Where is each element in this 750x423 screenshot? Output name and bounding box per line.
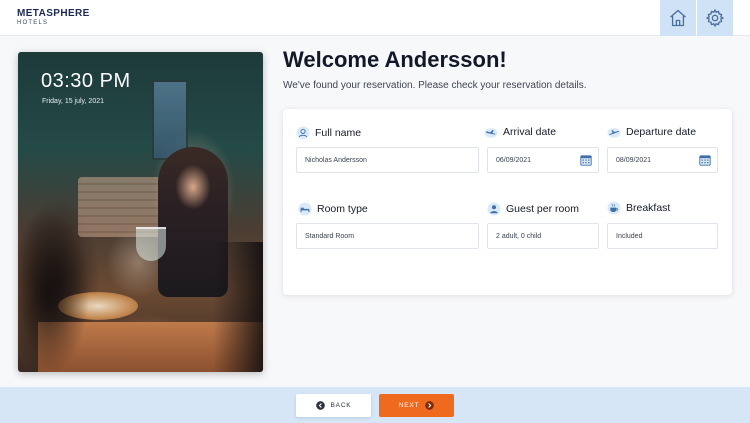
- room-type-label: Room type: [298, 202, 368, 216]
- plane-departure-icon: [607, 128, 621, 138]
- clock-date: Friday, 15 july, 2021: [42, 98, 104, 105]
- clock-time: 03:30 PM: [41, 70, 131, 92]
- gear-icon: [705, 8, 725, 28]
- user-icon: [296, 126, 310, 140]
- breakfast-field[interactable]: Included: [607, 223, 718, 249]
- reservation-card: Full name Nicholas Andersson Arrival dat…: [283, 109, 732, 295]
- guests-field[interactable]: 2 adult, 0 child: [487, 223, 599, 249]
- settings-button[interactable]: [697, 0, 733, 36]
- back-button[interactable]: BACK: [296, 394, 371, 417]
- bed-icon: [298, 202, 312, 216]
- brand-logo: METASPHERE HOTELS: [17, 8, 90, 28]
- arrival-date-label: Arrival date: [484, 125, 556, 139]
- calendar-icon[interactable]: [580, 154, 592, 166]
- page-title: Welcome Andersson!: [283, 47, 507, 72]
- home-button[interactable]: [660, 0, 696, 36]
- guests-icon: [487, 202, 501, 216]
- page-subtitle: We've found your reservation. Please che…: [283, 80, 587, 91]
- footer-bar: [0, 387, 750, 423]
- brand-name: METASPHERE: [17, 8, 90, 19]
- departure-date-field[interactable]: 08/09/2021: [607, 147, 718, 173]
- next-button[interactable]: NEXT: [379, 394, 454, 417]
- full-name-label: Full name: [296, 126, 361, 140]
- calendar-icon[interactable]: [699, 154, 711, 166]
- breakfast-label: Breakfast: [607, 201, 670, 215]
- breakfast-icon: [607, 201, 621, 215]
- full-name-field[interactable]: Nicholas Andersson: [296, 147, 479, 173]
- home-icon: [670, 9, 686, 27]
- restaurant-photo: 03:30 PM Friday, 15 july, 2021: [18, 52, 263, 372]
- top-bar: METASPHERE HOTELS: [0, 0, 750, 36]
- back-arrow-icon: [315, 401, 325, 410]
- brand-subtitle: HOTELS: [17, 20, 49, 26]
- plane-arrival-icon: [484, 128, 498, 138]
- departure-date-label: Departure date: [607, 125, 696, 139]
- next-arrow-icon: [425, 401, 435, 410]
- guests-label: Guest per room: [487, 202, 579, 216]
- room-type-field[interactable]: Standard Room: [296, 223, 479, 249]
- arrival-date-field[interactable]: 06/09/2021: [487, 147, 599, 173]
